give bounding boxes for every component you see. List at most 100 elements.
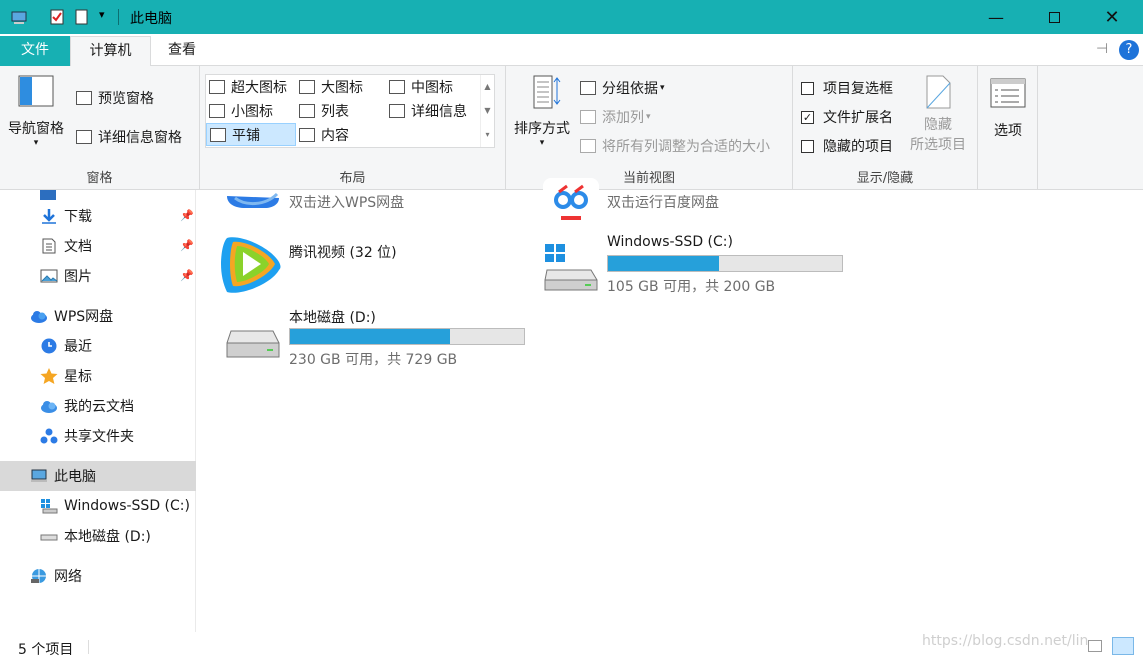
drive-d-tile[interactable]: 本地磁盘 (D:) 230 GB 可用，共 729 GB (221, 307, 541, 369)
expand-gallery-icon[interactable]: ▾ (481, 123, 494, 147)
preview-pane-button[interactable]: 预览窗格 (76, 88, 154, 108)
checkbox[interactable] (801, 81, 814, 95)
file-extensions-toggle[interactable]: ✓ 文件扩展名 (801, 107, 893, 127)
ribbon-tab-bar: 文件 计算机 查看 ⊣ ? (0, 34, 1143, 67)
star-icon (40, 368, 58, 384)
nav-item-label: 图片 (64, 269, 92, 285)
options-button[interactable]: 选项 (986, 78, 1030, 140)
nav-item-shared-folder[interactable]: 共享文件夹 (0, 421, 196, 451)
nav-item-documents[interactable]: 文档 📌 (0, 231, 196, 261)
hide-selected-label-2: 所选项目 (910, 137, 966, 153)
this-pc-icon[interactable] (10, 8, 28, 26)
tab-view[interactable]: 查看 (151, 36, 213, 66)
details-pane-label: 详细信息窗格 (98, 130, 182, 146)
large-icons-icon (299, 80, 315, 94)
sort-by-label: 排序方式 (514, 121, 570, 137)
medium-icons-icon (389, 80, 405, 94)
layout-content[interactable]: 内容 (299, 125, 349, 145)
nav-item-this-pc[interactable]: 此电脑 (0, 461, 196, 491)
nav-item-label: 最近 (64, 339, 92, 355)
tab-file[interactable]: 文件 (0, 36, 70, 66)
layout-label: 大图标 (321, 80, 363, 96)
layout-tiles[interactable]: 平铺 (206, 123, 296, 146)
nav-pane-button[interactable]: 导航窗格 ▾ (6, 74, 66, 148)
pin-icon[interactable]: 📌 (180, 209, 194, 222)
chevron-down-icon: ▾ (660, 83, 665, 93)
add-column-icon (580, 110, 596, 124)
baidu-drive-tile[interactable]: 双击运行百度网盘 (539, 178, 859, 222)
drive-d-name: 本地磁盘 (D:) (289, 310, 376, 326)
layout-label: 详细信息 (411, 104, 467, 120)
nav-item-drive-d[interactable]: 本地磁盘 (D:) (0, 521, 196, 551)
layout-list[interactable]: 列表 (299, 101, 349, 121)
close-button[interactable]: ✕ (1083, 0, 1141, 34)
item-checkboxes-toggle[interactable]: 项目复选框 (801, 78, 893, 98)
tencent-video-icon (221, 237, 281, 293)
drive-c-usage-bar (607, 255, 843, 272)
details-view-icon[interactable] (1088, 640, 1102, 652)
maximize-icon (1048, 11, 1060, 23)
minimize-icon: — (988, 7, 1004, 27)
nav-item-cloud-docs[interactable]: 我的云文档 (0, 391, 196, 421)
tencent-video-tile[interactable]: 腾讯视频 (32 位) (221, 234, 521, 296)
options-group: 选项 (978, 66, 1038, 190)
nav-item-label: 网络 (54, 569, 82, 585)
minimize-button[interactable]: — (967, 0, 1025, 34)
nav-item-label: 星标 (64, 369, 92, 385)
scroll-up-icon[interactable]: ▲ (481, 75, 494, 99)
hidden-items-toggle[interactable]: 隐藏的项目 (801, 136, 893, 156)
nav-item-downloads[interactable]: 下载 📌 (0, 201, 196, 231)
drive-c-tile[interactable]: Windows-SSD (C:) 105 GB 可用，共 200 GB (539, 234, 859, 296)
window-title: 此电脑 (130, 11, 172, 27)
nav-item-starred[interactable]: 星标 (0, 361, 196, 391)
checkbox[interactable] (801, 139, 814, 153)
checkbox-checked[interactable]: ✓ (801, 110, 814, 124)
fit-columns-button[interactable]: 将所有列调整为合适的大小 (580, 136, 770, 156)
document-icon (42, 238, 56, 254)
drive-c-name: Windows-SSD (C:) (607, 234, 733, 250)
show-hide-group: 项目复选框 ✓ 文件扩展名 隐藏的项目 隐藏 所选项目 显示/隐藏 (793, 66, 978, 190)
large-icons-view-icon[interactable] (1112, 637, 1134, 655)
nav-item-wps-drive[interactable]: WPS网盘 (0, 301, 196, 331)
nav-item-pictures[interactable]: 图片 📌 (0, 261, 196, 291)
pin-icon[interactable]: 📌 (180, 269, 194, 282)
nav-item-network[interactable]: 网络 (0, 561, 196, 591)
hide-selected-icon (926, 75, 951, 109)
fit-columns-icon (580, 139, 596, 153)
pin-ribbon-icon[interactable]: ⊣ (1096, 41, 1108, 57)
layout-large-icons[interactable]: 大图标 (299, 77, 363, 97)
layout-extra-large-icons[interactable]: 超大图标 (209, 77, 287, 97)
nav-item-drive-c[interactable]: Windows-SSD (C:) (0, 491, 196, 521)
drive-c-free-space: 105 GB 可用，共 200 GB (607, 279, 776, 295)
add-column-button[interactable]: 添加列 ▾ (580, 107, 651, 127)
chevron-down-icon: ▾ (539, 138, 545, 148)
nav-pane-label: 导航窗格 (8, 121, 64, 137)
maximize-button[interactable] (1025, 0, 1083, 34)
tencent-video-name: 腾讯视频 (32 位) (289, 245, 397, 261)
pin-icon[interactable]: 📌 (180, 239, 194, 252)
layout-small-icons[interactable]: 小图标 (209, 101, 273, 121)
hide-selected-button[interactable]: 隐藏 所选项目 (906, 74, 970, 154)
wps-drive-tile[interactable]: 双击进入WPS网盘 (221, 178, 521, 214)
layout-medium-icons[interactable]: 中图标 (389, 77, 453, 97)
new-folder-icon[interactable] (73, 8, 91, 26)
help-icon[interactable]: ? (1119, 40, 1139, 60)
details-pane-button[interactable]: 详细信息窗格 (76, 127, 182, 147)
drive-d-free-space: 230 GB 可用，共 729 GB (289, 352, 458, 368)
layout-gallery-scroll[interactable]: ▲ ▼ ▾ (480, 75, 494, 147)
watermark: https://blog.csdn.net/lin (922, 633, 1089, 649)
add-column-label: 添加列 (602, 110, 644, 126)
layout-details[interactable]: 详细信息 (389, 101, 467, 121)
scroll-down-icon[interactable]: ▼ (481, 99, 494, 123)
options-icon (990, 78, 1026, 108)
tab-computer[interactable]: 计算机 (70, 36, 151, 67)
sort-by-button[interactable]: 排序方式 ▾ (510, 74, 574, 148)
navigation-pane[interactable]: 下载 📌 文档 📌 图片 📌 WPS网盘 最近 星标 我的云文档 共享文件夹 此… (0, 190, 196, 632)
nav-item-recent[interactable]: 最近 (0, 331, 196, 361)
group-by-button[interactable]: 分组依据 ▾ (580, 78, 665, 98)
ribbon: 导航窗格 ▾ 预览窗格 详细信息窗格 窗格 超大图标 大图标 中图标 小图标 列… (0, 66, 1143, 190)
customize-quick-access-icon[interactable]: ▾ (99, 8, 105, 21)
properties-icon[interactable] (48, 8, 66, 26)
network-icon (31, 569, 46, 583)
recent-icon (41, 338, 57, 354)
